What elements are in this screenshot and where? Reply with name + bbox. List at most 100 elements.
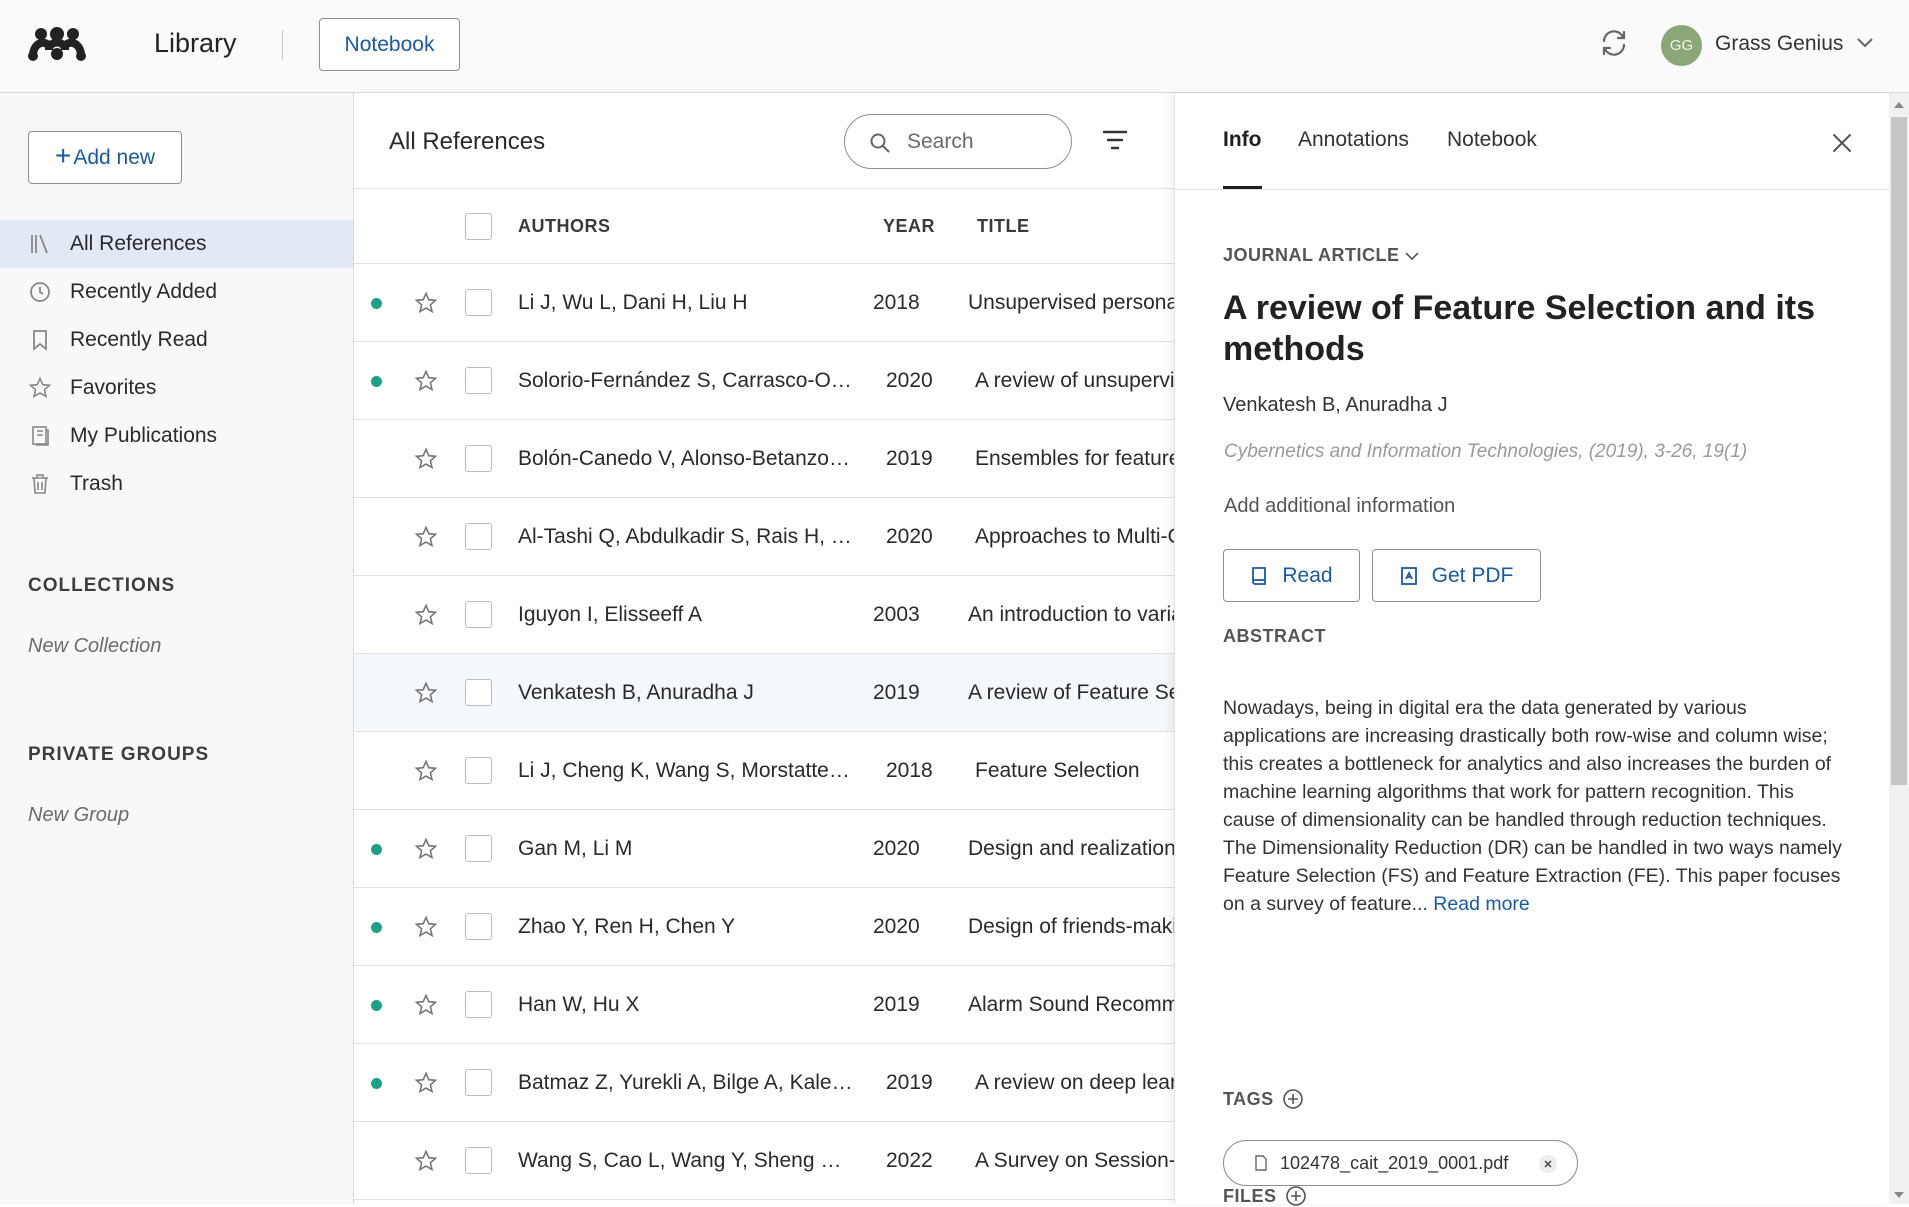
detail-panel: Info Annotations Notebook JOURNAL ARTICL… — [1174, 93, 1890, 1206]
search-icon — [869, 132, 891, 154]
tabs-divider — [1175, 189, 1890, 190]
sync-icon[interactable] — [1598, 27, 1630, 59]
table-row[interactable]: Li J, Wu L, Dani H, Liu H 2018 Unsupervise… — [354, 264, 1174, 342]
favorite-star-icon[interactable] — [414, 993, 438, 1017]
select-all-checkbox[interactable] — [465, 213, 492, 240]
table-row[interactable]: Iguyon I, Elisseeff A 2003 An introduction… — [354, 576, 1174, 654]
table-row[interactable]: Li J, Cheng K, Wang S, Morstatte… 2018 Fea… — [354, 732, 1174, 810]
tags-section: TAGS — [1223, 1088, 1304, 1110]
search-input[interactable] — [907, 127, 1057, 157]
row-title: Ensembles for feature — [975, 447, 1174, 470]
mendeley-logo-icon[interactable] — [27, 26, 87, 62]
search-box[interactable] — [844, 114, 1072, 169]
table-row[interactable]: Al-Tashi Q, Abdulkadir S, Rais H, … 2020 A… — [354, 498, 1174, 576]
row-title: A Survey on Session-based — [975, 1149, 1174, 1172]
row-checkbox[interactable] — [465, 367, 492, 394]
row-checkbox[interactable] — [465, 835, 492, 862]
add-new-button[interactable]: + Add new — [28, 131, 182, 184]
notebook-button[interactable]: Notebook — [319, 18, 460, 71]
column-header-authors[interactable]: AUTHORS — [518, 216, 611, 237]
row-checkbox[interactable] — [465, 913, 492, 940]
read-more-link[interactable]: Read more — [1433, 893, 1529, 915]
read-button-label: Read — [1282, 563, 1333, 587]
title-divider — [282, 30, 283, 60]
filter-icon[interactable] — [1102, 129, 1128, 151]
favorite-star-icon[interactable] — [414, 1071, 438, 1095]
favorite-star-icon[interactable] — [414, 291, 438, 315]
avatar[interactable]: GG — [1661, 25, 1702, 66]
favorite-star-icon[interactable] — [414, 369, 438, 393]
book-icon — [1250, 566, 1268, 586]
read-button[interactable]: Read — [1223, 549, 1360, 602]
reference-type-dropdown[interactable]: JOURNAL ARTICLE — [1223, 245, 1420, 266]
table-row[interactable]: Batmaz Z, Yurekli A, Bilge A, Kale… 2019 A… — [354, 1044, 1174, 1122]
chevron-down-icon[interactable] — [1856, 37, 1874, 49]
row-checkbox[interactable] — [465, 445, 492, 472]
favorite-star-icon[interactable] — [414, 837, 438, 861]
row-checkbox[interactable] — [465, 601, 492, 628]
table-row[interactable]: Solorio-Fernández S, Carrasco-O… 2020 A re… — [354, 342, 1174, 420]
sidebar-item-recently-read[interactable]: Recently Read — [0, 316, 353, 364]
list-header: AUTHORS YEAR TITLE — [354, 188, 1174, 264]
top-bar: Library Notebook GG Grass Genius — [0, 0, 1909, 93]
favorite-star-icon[interactable] — [414, 603, 438, 627]
favorite-star-icon[interactable] — [414, 759, 438, 783]
table-row[interactable]: Han W, Hu X 2019 Alarm Sound Recommendatio… — [354, 966, 1174, 1044]
plus-icon: + — [54, 140, 72, 171]
row-checkbox[interactable] — [465, 757, 492, 784]
sidebar-item-all-references[interactable]: All References — [0, 220, 353, 268]
add-additional-info-link[interactable]: Add additional information — [1224, 495, 1455, 518]
table-row[interactable]: Gan M, Li M 2020 Design and realization — [354, 810, 1174, 888]
close-icon[interactable] — [1830, 131, 1854, 155]
scrollbar-thumb[interactable] — [1891, 117, 1907, 785]
row-checkbox[interactable] — [465, 1147, 492, 1174]
favorite-star-icon[interactable] — [414, 447, 438, 471]
table-row[interactable]: Bolón-Canedo V, Alonso-Betanzo… 2019 Ensem… — [354, 420, 1174, 498]
sidebar: + Add new All References Recently Added … — [0, 93, 354, 1204]
sidebar-item-favorites[interactable]: Favorites — [0, 364, 353, 412]
favorite-star-icon[interactable] — [414, 681, 438, 705]
new-group-link[interactable]: New Group — [28, 804, 129, 827]
sidebar-item-recently-added[interactable]: Recently Added — [0, 268, 353, 316]
row-title: Approaches to Multi-Objective — [975, 525, 1174, 548]
remove-file-icon[interactable] — [1538, 1154, 1558, 1174]
scroll-up-arrow-icon[interactable] — [1892, 100, 1906, 110]
row-checkbox[interactable] — [465, 991, 492, 1018]
pdf-icon — [1400, 566, 1418, 586]
file-chip[interactable]: 102478_cait_2019_0001.pdf — [1223, 1140, 1578, 1186]
row-checkbox[interactable] — [465, 679, 492, 706]
tab-annotations[interactable]: Annotations — [1298, 128, 1409, 152]
row-title: Design of friends-making — [968, 915, 1174, 938]
table-row[interactable]: Zhao Y, Ren H, Chen Y 2020 Design of frien… — [354, 888, 1174, 966]
favorite-star-icon[interactable] — [414, 1149, 438, 1173]
row-title: Unsupervised personalized — [968, 291, 1174, 314]
reference-source[interactable]: Cybernetics and Information Technologies… — [1224, 441, 1747, 463]
get-pdf-button[interactable]: Get PDF — [1372, 549, 1541, 602]
row-authors: Gan M, Li M — [518, 837, 633, 860]
row-checkbox[interactable] — [465, 289, 492, 316]
sidebar-item-trash[interactable]: Trash — [0, 460, 353, 508]
row-title: Feature Selection — [975, 759, 1140, 782]
add-tag-icon[interactable] — [1282, 1088, 1304, 1110]
table-row[interactable]: Wang S, Cao L, Wang Y, Sheng … 2022 A Surv… — [354, 1122, 1174, 1200]
column-header-title[interactable]: TITLE — [977, 216, 1030, 237]
unread-indicator — [371, 1078, 382, 1089]
abstract-text: Nowadays, being in digital era the data … — [1223, 694, 1843, 918]
scroll-down-arrow-icon[interactable] — [1892, 1190, 1906, 1200]
table-row[interactable]: Venkatesh B, Anuradha J 2019 A review of F… — [354, 654, 1174, 732]
sidebar-item-my-publications[interactable]: My Publications — [0, 412, 353, 460]
reference-title[interactable]: A review of Feature Selection and its me… — [1223, 288, 1843, 370]
reference-authors[interactable]: Venkatesh B, Anuradha J — [1223, 394, 1448, 417]
favorite-star-icon[interactable] — [414, 525, 438, 549]
user-name[interactable]: Grass Genius — [1715, 32, 1843, 56]
row-year: 2018 — [886, 759, 933, 782]
favorite-star-icon[interactable] — [414, 915, 438, 939]
reference-list-panel: All References AUTHORS YEAR TITLE Li J, … — [354, 93, 1174, 1204]
new-collection-link[interactable]: New Collection — [28, 635, 161, 658]
row-checkbox[interactable] — [465, 523, 492, 550]
row-authors: Batmaz Z, Yurekli A, Bilge A, Kale… — [518, 1071, 853, 1094]
tab-info[interactable]: Info — [1223, 128, 1261, 152]
row-checkbox[interactable] — [465, 1069, 492, 1096]
column-header-year[interactable]: YEAR — [883, 216, 935, 237]
tab-notebook[interactable]: Notebook — [1447, 128, 1537, 152]
